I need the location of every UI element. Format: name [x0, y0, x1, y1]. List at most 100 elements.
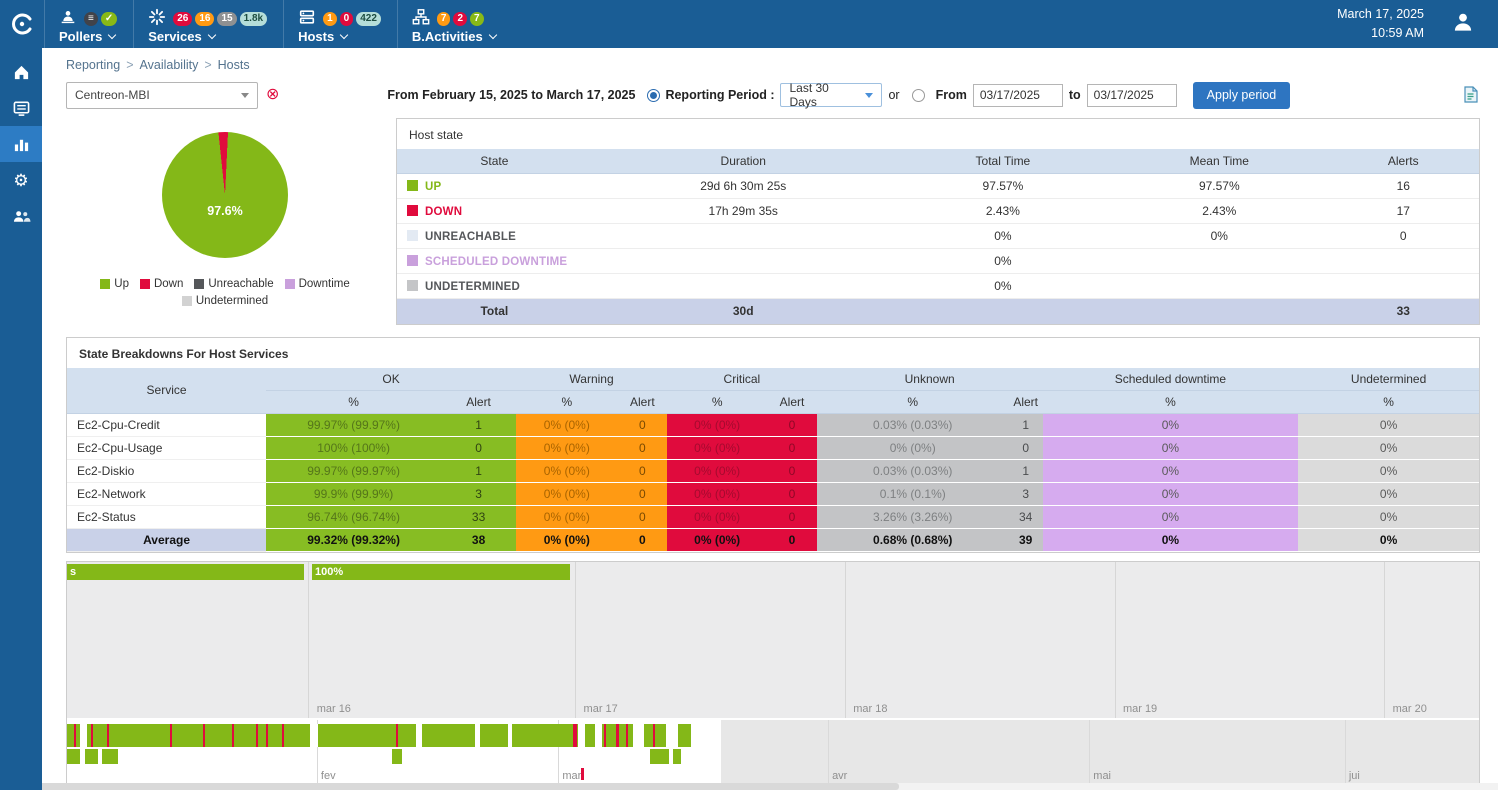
top-header: ≡✓ Pollers 2616151.8k Services 10422 Hos…: [0, 0, 1498, 48]
apply-period-button[interactable]: Apply period: [1193, 82, 1291, 109]
brush-down-mark: [74, 724, 76, 747]
breakdown-cell: 96.74% (96.74%): [266, 505, 441, 528]
state-cell: UP: [397, 174, 592, 199]
host-group-select[interactable]: Centreon-MBI: [66, 82, 258, 109]
breakdowns-row: Ec2-Status96.74% (96.74%)330% (0%)00% (0…: [67, 505, 1479, 528]
legend-item: Undetermined: [182, 295, 268, 307]
filter-bar: Centreon-MBI ⊗ From February 15, 2025 to…: [66, 80, 1480, 110]
service-name-cell: Ec2-Cpu-Credit: [67, 413, 266, 436]
reporting-period-select[interactable]: Last 30 Days: [780, 83, 882, 107]
bar-chart-icon: [13, 136, 30, 153]
sidebar-item-home[interactable]: [0, 54, 42, 90]
state-cell: UNDETERMINED: [397, 274, 592, 299]
scrollbar-thumb[interactable]: [0, 783, 899, 790]
breakdown-cell: 0.68% (0.68%): [817, 528, 1009, 551]
left-sidebar: ⚙: [0, 48, 42, 790]
brush-down-mark: [256, 724, 258, 747]
breakdown-cell: 0: [767, 413, 816, 436]
breakdown-cell: 0% (0%): [516, 505, 618, 528]
reporting-period-label: Reporting Period :: [665, 88, 774, 102]
breakdowns-title: State Breakdowns For Host Services: [67, 338, 1479, 368]
col-total-time: Total Time: [895, 149, 1111, 174]
menu-hosts[interactable]: 10422 Hosts: [283, 0, 397, 48]
status-badge: 7: [470, 12, 484, 26]
sidebar-item-configuration[interactable]: ⚙: [0, 162, 42, 198]
breakdown-cell: 1: [441, 413, 516, 436]
host-state-cell: [592, 224, 895, 249]
timeline-gridline: [1115, 562, 1116, 718]
breakdown-cell: 1: [1009, 413, 1043, 436]
host-state-cell: 0%: [895, 274, 1111, 299]
host-state-cell: [592, 274, 895, 299]
brush-month-label: avr: [828, 770, 847, 782]
state-label: UNREACHABLE: [425, 231, 516, 243]
brush-gap: [80, 724, 86, 747]
brush-down-mark: [616, 724, 618, 747]
breakdown-cell: 0%: [1043, 528, 1299, 551]
uptime-bar-label: s: [67, 566, 76, 578]
export-report-icon[interactable]: [1463, 86, 1478, 108]
breadcrumb-hosts[interactable]: Hosts: [218, 58, 250, 72]
host-state-cell: 16: [1327, 174, 1479, 199]
breakdown-cell: 0%: [1043, 459, 1299, 482]
breakdown-cell: 0: [767, 436, 816, 459]
service-name-cell: Average: [67, 528, 266, 551]
uptime-bar: 100%: [312, 564, 570, 580]
legend-item: Downtime: [285, 278, 350, 290]
service-name-cell: Ec2-Network: [67, 482, 266, 505]
breakdown-cell: 0: [618, 528, 667, 551]
host-state-cell: [1327, 274, 1479, 299]
breakdown-cell: 0% (0%): [667, 413, 767, 436]
subcol-unknown-pct: %: [817, 390, 1009, 413]
centreon-logo-icon: [10, 12, 34, 36]
sidebar-item-reporting[interactable]: [0, 126, 42, 162]
state-color-square: [407, 230, 418, 241]
breakdown-cell: 0%: [1298, 505, 1479, 528]
subcol-warning-alert: Alert: [618, 390, 667, 413]
chevron-down-icon: [340, 30, 348, 38]
breakdowns-row: Ec2-Cpu-Credit99.97% (99.97%)10% (0%)00%…: [67, 413, 1479, 436]
clear-selection-icon[interactable]: ⊗: [266, 87, 279, 103]
home-icon: [13, 64, 30, 81]
breakdown-cell: 0% (0%): [667, 528, 767, 551]
timeline-gridline: [575, 562, 576, 718]
sidebar-item-monitoring[interactable]: [0, 90, 42, 126]
reporting-period-select-value: Last 30 Days: [789, 81, 857, 109]
from-label: From: [936, 88, 967, 102]
centreon-logo[interactable]: [0, 0, 44, 48]
breadcrumb-availability[interactable]: Availability: [140, 58, 199, 72]
legend-color-square: [100, 279, 110, 289]
state-label: DOWN: [425, 206, 462, 218]
menu-bactivities[interactable]: 727 B.Activities: [397, 0, 512, 48]
timeline-brush[interactable]: fevmaravrmaijui: [67, 720, 1479, 786]
custom-period-radio[interactable]: [912, 89, 925, 102]
state-label: UNDETERMINED: [425, 281, 520, 293]
menu-services[interactable]: 2616151.8k Services: [133, 0, 283, 48]
menu-pollers[interactable]: ≡✓ Pollers: [44, 0, 133, 48]
horizontal-scrollbar[interactable]: [0, 783, 1498, 790]
brush-month-label: jui: [1345, 770, 1360, 782]
breadcrumb-reporting[interactable]: Reporting: [66, 58, 120, 72]
status-badge: 1: [323, 12, 337, 26]
brush-gap: [310, 724, 318, 747]
state-color-square: [407, 255, 418, 266]
breakdown-cell: 1: [1009, 459, 1043, 482]
sidebar-item-administration[interactable]: [0, 198, 42, 234]
legend-color-square: [182, 296, 192, 306]
host-state-cell: 0%: [895, 249, 1111, 274]
subcol-unknown-alert: Alert: [1009, 390, 1043, 413]
to-date-input[interactable]: [1087, 84, 1177, 107]
reporting-period-radio[interactable]: [647, 89, 660, 102]
from-date-input[interactable]: [973, 84, 1063, 107]
chevron-down-icon: [488, 30, 496, 38]
service-name-cell: Ec2-Diskio: [67, 459, 266, 482]
brush-down-mark: [396, 724, 398, 747]
breakdown-cell: 0%: [1298, 436, 1479, 459]
status-badge: 7: [437, 12, 451, 26]
user-menu[interactable]: [1450, 9, 1476, 40]
host-state-total-row: Total 30d 33: [397, 299, 1479, 324]
host-state-row: DOWN17h 29m 35s2.43%2.43%17: [397, 199, 1479, 224]
breadcrumb-separator: >: [204, 58, 211, 72]
breakdown-cell: 0% (0%): [667, 505, 767, 528]
brush-down-mark: [203, 724, 205, 747]
